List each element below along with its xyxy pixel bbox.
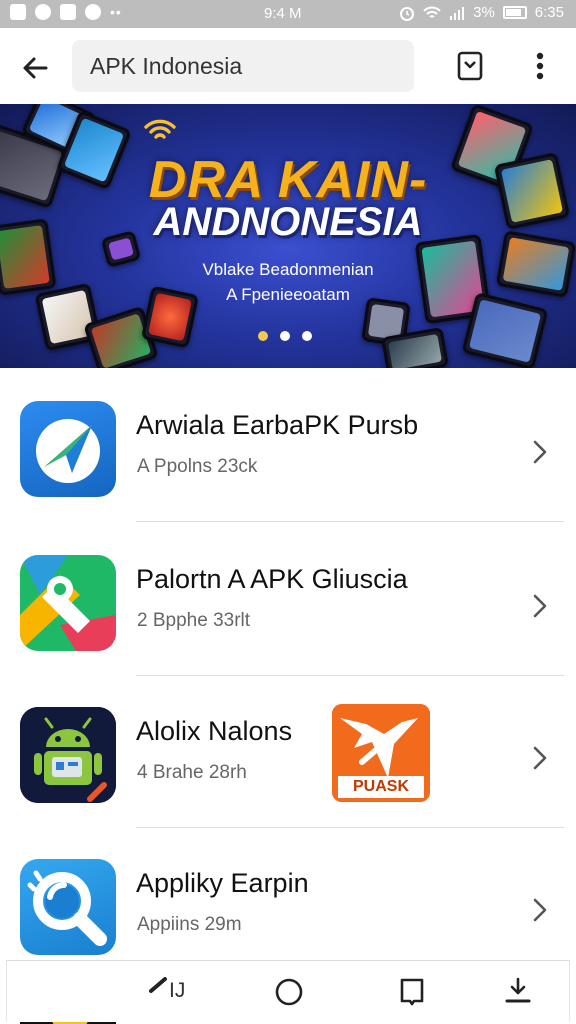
square-icon[interactable]: [397, 975, 427, 1009]
app-title: Arwiala EarbaPK Pursb: [136, 410, 419, 440]
carousel-dot[interactable]: [258, 331, 268, 341]
status-notifications: ••: [10, 4, 122, 20]
battery-icon: [502, 6, 527, 19]
gmail-icon: [10, 4, 26, 20]
more-notifications-icon: ••: [110, 4, 122, 20]
chat-icon: [85, 4, 101, 20]
android-robot-app-icon: [20, 707, 116, 803]
app-subtitle: 4 Brahe 28rh: [137, 762, 247, 783]
app-title: Alolix Nalons: [136, 716, 293, 746]
promo-label: PUASK: [352, 778, 409, 795]
app-title: Appliky Earpin: [136, 868, 309, 898]
carousel-indicator: [258, 331, 312, 341]
alarm-icon: [400, 6, 415, 21]
orange-promo-icon[interactable]: PUASK: [332, 704, 430, 802]
photo-icon: [60, 4, 76, 20]
more-vert-icon[interactable]: [526, 48, 554, 84]
list-item[interactable]: Arwiala EarbaPK Pursb A Ppolns 23ck: [0, 370, 576, 522]
wifi-icon: [423, 6, 441, 18]
nav-label: IJ: [169, 979, 186, 1002]
carousel-dot[interactable]: [302, 331, 312, 341]
banner-subtitle: Vblake Beadonmenian: [202, 260, 374, 279]
bottom-navigation: IJ: [6, 960, 570, 1022]
chevron-right-icon[interactable]: [530, 592, 550, 620]
back-arrow-icon[interactable]: [16, 48, 56, 88]
messenger-icon: [35, 4, 51, 20]
bookmark-icon[interactable]: [452, 48, 488, 84]
list-item[interactable]: Palortn A APK Gliuscia 2 Bpphe 33rlt: [0, 524, 576, 676]
battery-percent: 3%: [473, 4, 495, 21]
blue-arrow-app-icon: [20, 401, 116, 497]
download-icon[interactable]: [503, 975, 533, 1009]
banner-subtitle-secondary: A Fpenieeoatam: [226, 285, 350, 304]
promo-banner[interactable]: DRA KAIN- ANDNONESIA Vblake Beadonmenian…: [0, 104, 576, 368]
app-screen: •• 9:4 M 3% 6:35 APK Indonesia DRA KAIN-…: [0, 0, 576, 1024]
app-title: Palortn A APK Gliuscia: [136, 564, 408, 594]
list-item[interactable]: Alolix Nalons 4 Brahe 28rh: [0, 676, 576, 828]
banner-title-secondary: ANDNONESIA: [153, 200, 423, 244]
status-bar: •• 9:4 M 3% 6:35: [0, 0, 576, 28]
signal-icon: [450, 6, 465, 20]
nav-pen[interactable]: IJ: [147, 975, 207, 1009]
app-subtitle: Appiins 29m: [137, 914, 242, 935]
app-subtitle: 2 Bpphe 33rlt: [137, 610, 251, 631]
app-bar: APK Indonesia: [0, 28, 576, 104]
chevron-right-icon[interactable]: [530, 438, 550, 466]
magnifier-app-icon: [20, 859, 116, 955]
chevron-right-icon[interactable]: [530, 744, 550, 772]
search-input[interactable]: APK Indonesia: [72, 40, 414, 92]
multicolor-ribbon-app-icon: [20, 555, 116, 651]
status-clock-right: 6:35: [534, 4, 564, 21]
list-item[interactable]: Appliky Earpin Appiins 29m: [0, 828, 576, 980]
home-circle-icon[interactable]: [273, 975, 305, 1009]
pen-icon: [149, 977, 167, 993]
wifi-icon: [144, 119, 176, 139]
divider: [136, 521, 564, 522]
carousel-dot[interactable]: [280, 331, 290, 341]
status-system: 3% 6:35: [399, 4, 564, 21]
status-time: 9:4 M: [264, 5, 302, 22]
chevron-right-icon[interactable]: [530, 896, 550, 924]
app-subtitle: A Ppolns 23ck: [137, 456, 258, 477]
